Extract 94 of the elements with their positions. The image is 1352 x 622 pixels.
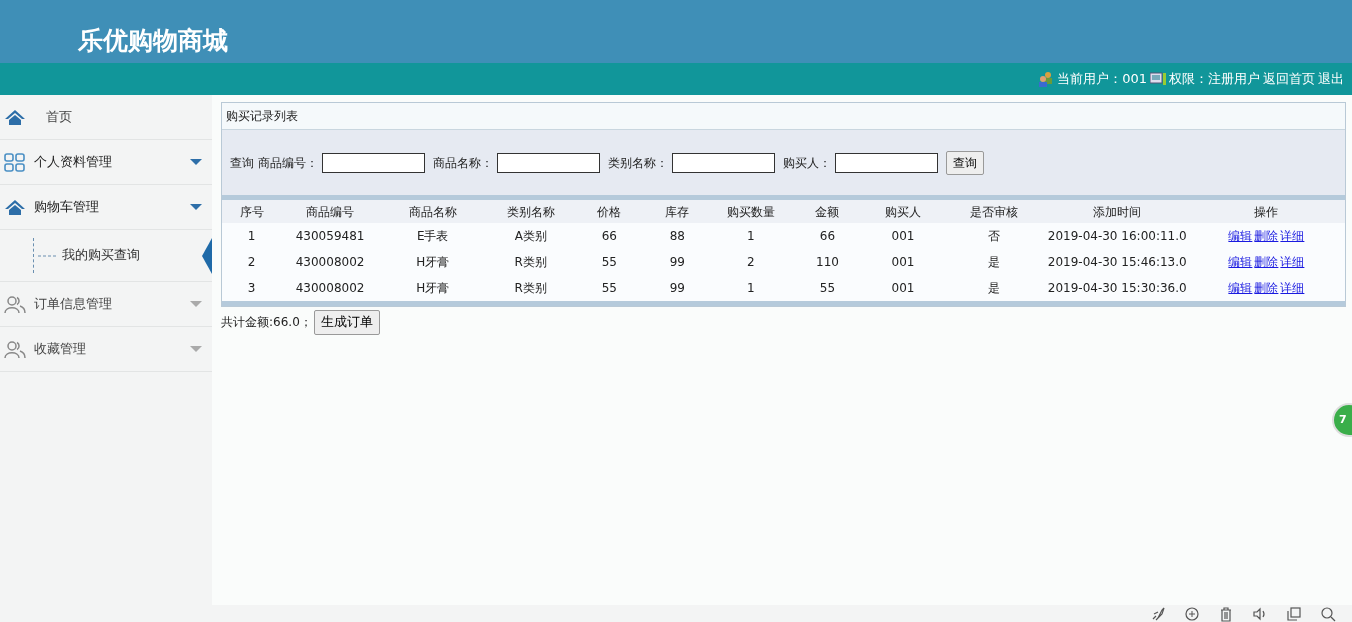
field-label: 商品名称：	[433, 154, 493, 172]
sidebar-item[interactable]: 订单信息管理	[0, 282, 212, 327]
table-cell: 110	[790, 249, 865, 275]
column-header: 商品名称	[379, 200, 487, 223]
input-field[interactable]	[672, 152, 775, 173]
table-cell: 001	[864, 275, 942, 301]
home-icon	[4, 107, 26, 127]
generate-order-button[interactable]: 生成订单	[313, 310, 380, 335]
people-icon	[4, 294, 26, 314]
table-cell: 55	[790, 275, 865, 301]
table-cell: 2019-04-30 15:46:13.0	[1046, 249, 1188, 275]
action-link[interactable]: 编辑	[1228, 255, 1253, 269]
action-link[interactable]: 详细	[1280, 255, 1305, 269]
window-icon[interactable]	[1286, 606, 1302, 622]
users-icon	[1038, 71, 1055, 87]
user-label: 当前用户：001	[1057, 70, 1147, 89]
monitor-icon	[1150, 72, 1166, 86]
table-cell: 66	[575, 223, 644, 249]
table-cell: 2019-04-30 15:30:36.0	[1046, 275, 1188, 301]
site-title: 乐优购物商城	[78, 24, 228, 57]
table-cell: E手表	[379, 223, 487, 249]
action-link[interactable]: 删除	[1254, 255, 1279, 269]
table-cell: 99	[643, 249, 712, 275]
column-header: 商品编号	[281, 200, 380, 223]
column-header: 购买数量	[711, 200, 791, 223]
action-link[interactable]: 编辑	[1228, 229, 1253, 243]
table-cell: 55	[575, 275, 644, 301]
column-header: 金额	[790, 200, 865, 223]
table-cell: 是	[941, 249, 1047, 275]
column-header: 购买人	[864, 200, 942, 223]
table-cell: 是	[941, 275, 1047, 301]
table-cell: 1	[711, 223, 791, 249]
action-link[interactable]: 删除	[1254, 281, 1279, 295]
table-cell: 88	[643, 223, 712, 249]
table-cell: 430059481	[281, 223, 380, 249]
table-cell: 否	[941, 223, 1047, 249]
sidebar-item[interactable]: 首页	[0, 95, 212, 140]
search-label: 查询	[230, 154, 254, 172]
field-label: 购买人：	[783, 154, 831, 172]
action-link[interactable]: 详细	[1280, 281, 1305, 295]
tree-line	[38, 254, 56, 257]
action-link[interactable]: 编辑	[1228, 281, 1253, 295]
field-label: 商品编号：	[258, 154, 318, 172]
caret-icon	[190, 203, 202, 211]
header-link[interactable]: 退出	[1318, 69, 1344, 89]
header-link[interactable]: 返回首页	[1263, 69, 1315, 89]
input-field[interactable]	[322, 152, 425, 173]
table-cell: 2	[222, 249, 282, 275]
column-header: 序号	[222, 200, 282, 223]
trash-icon[interactable]	[1218, 606, 1234, 622]
column-header: 类别名称	[486, 200, 576, 223]
table-cell: 430008002	[281, 275, 380, 301]
sidebar-item[interactable]: 收藏管理	[0, 327, 212, 372]
table-cell: R类别	[486, 249, 576, 275]
column-header: 操作	[1187, 200, 1345, 223]
table-cell: 001	[864, 223, 942, 249]
field-label: 类别名称：	[608, 154, 668, 172]
table-cell: H牙膏	[379, 275, 487, 301]
table-cell: A类别	[486, 223, 576, 249]
caret-icon	[190, 345, 202, 353]
people-icon	[4, 339, 26, 359]
input-field[interactable]	[835, 152, 938, 173]
table-cell: 3	[222, 275, 282, 301]
input-field[interactable]	[497, 152, 600, 173]
sidebar-subitem[interactable]: 我的购买查询	[33, 238, 140, 273]
table-cell: 1	[711, 275, 791, 301]
search-button[interactable]: 查询	[946, 150, 984, 175]
action-link[interactable]: 删除	[1254, 229, 1279, 243]
grid-icon	[4, 152, 26, 172]
search-icon[interactable]	[1320, 606, 1336, 622]
column-header: 添加时间	[1046, 200, 1188, 223]
table-cell: 2	[711, 249, 791, 275]
column-header: 是否审核	[941, 200, 1047, 223]
action-link[interactable]: 详细	[1280, 229, 1305, 243]
table-cell: 001	[864, 249, 942, 275]
caret-icon	[190, 158, 202, 166]
selection-marker	[202, 238, 212, 274]
role-label: 权限：注册用户	[1169, 70, 1260, 89]
table-cell: 2019-04-30 16:00:11.0	[1046, 223, 1188, 249]
sidebar-item[interactable]: 个人资料管理	[0, 140, 212, 185]
home-icon	[4, 197, 26, 217]
caret-icon	[190, 300, 202, 308]
sidebar-item[interactable]: 购物车管理	[0, 185, 212, 230]
table-cell: 99	[643, 275, 712, 301]
table-cell: H牙膏	[379, 249, 487, 275]
column-header: 库存	[643, 200, 712, 223]
table-cell: 55	[575, 249, 644, 275]
table-cell: R类别	[486, 275, 576, 301]
table-cell: 1	[222, 223, 282, 249]
table-cell: 66	[790, 223, 865, 249]
total-amount: 共计金额:66.0；	[221, 314, 312, 332]
speaker-icon[interactable]	[1252, 606, 1268, 622]
column-header: 价格	[575, 200, 644, 223]
table-cell: 430008002	[281, 249, 380, 275]
